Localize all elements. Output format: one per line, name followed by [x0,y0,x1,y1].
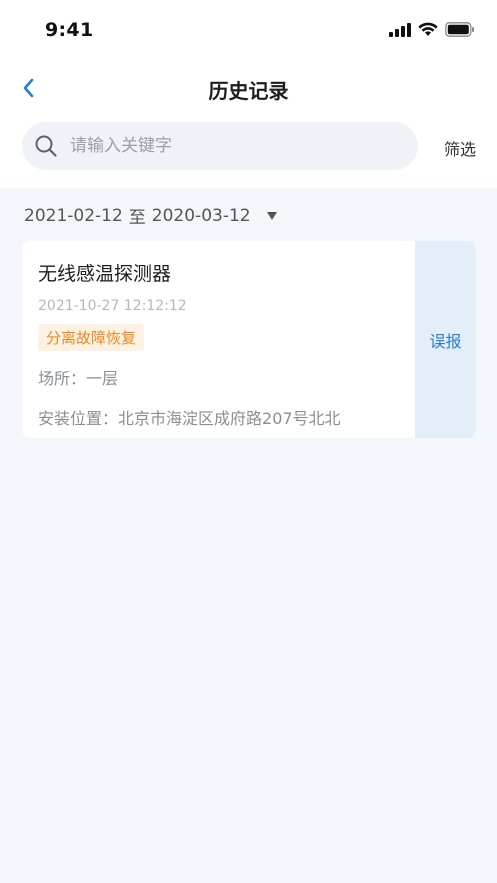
nav-bar: 历史记录 [0,66,497,110]
address-info: 安装位置：北京市海淀区成府路207号北北 [38,405,415,429]
date-start: 2021-02-12 [24,205,123,226]
address-value: 北京市海淀区成府路207号北北 [118,409,341,428]
status-icons [389,22,475,37]
signal-icon [389,22,411,37]
place-info: 场所：一层 [38,365,415,389]
search-icon [35,135,57,157]
place-label: 场所： [38,369,87,388]
false-alarm-button[interactable]: 误报 [415,241,476,438]
record-time: 2021-10-27 12:12:12 [38,298,187,314]
wifi-icon [418,22,438,36]
device-name: 无线感温探测器 [38,263,172,285]
status-time: 9:41 [45,19,94,41]
date-separator: 至 [128,208,146,228]
record-card[interactable]: 无线感温探测器 2021-10-27 12:12:12 分离故障恢复 场所：一层… [22,241,476,438]
record-card-body: 无线感温探测器 2021-10-27 12:12:12 分离故障恢复 场所：一层… [22,241,415,438]
page-title: 历史记录 [208,79,289,103]
place-value: 一层 [86,369,119,388]
date-range-selector[interactable]: 2021-02-12 至 2020-03-12 [24,203,277,228]
dropdown-arrow-icon [266,211,277,220]
battery-icon [445,22,474,37]
search-box[interactable] [22,122,418,170]
search-input[interactable] [70,136,418,156]
status-badge: 分离故障恢复 [38,324,145,351]
address-label: 安装位置： [38,409,119,428]
header-area: 9:41 历史记录 请输入关键字 筛选 [0,0,497,188]
date-end: 2020-03-12 [151,205,251,226]
status-bar: 9:41 [0,0,497,60]
filter-button[interactable]: 筛选 [444,136,476,160]
